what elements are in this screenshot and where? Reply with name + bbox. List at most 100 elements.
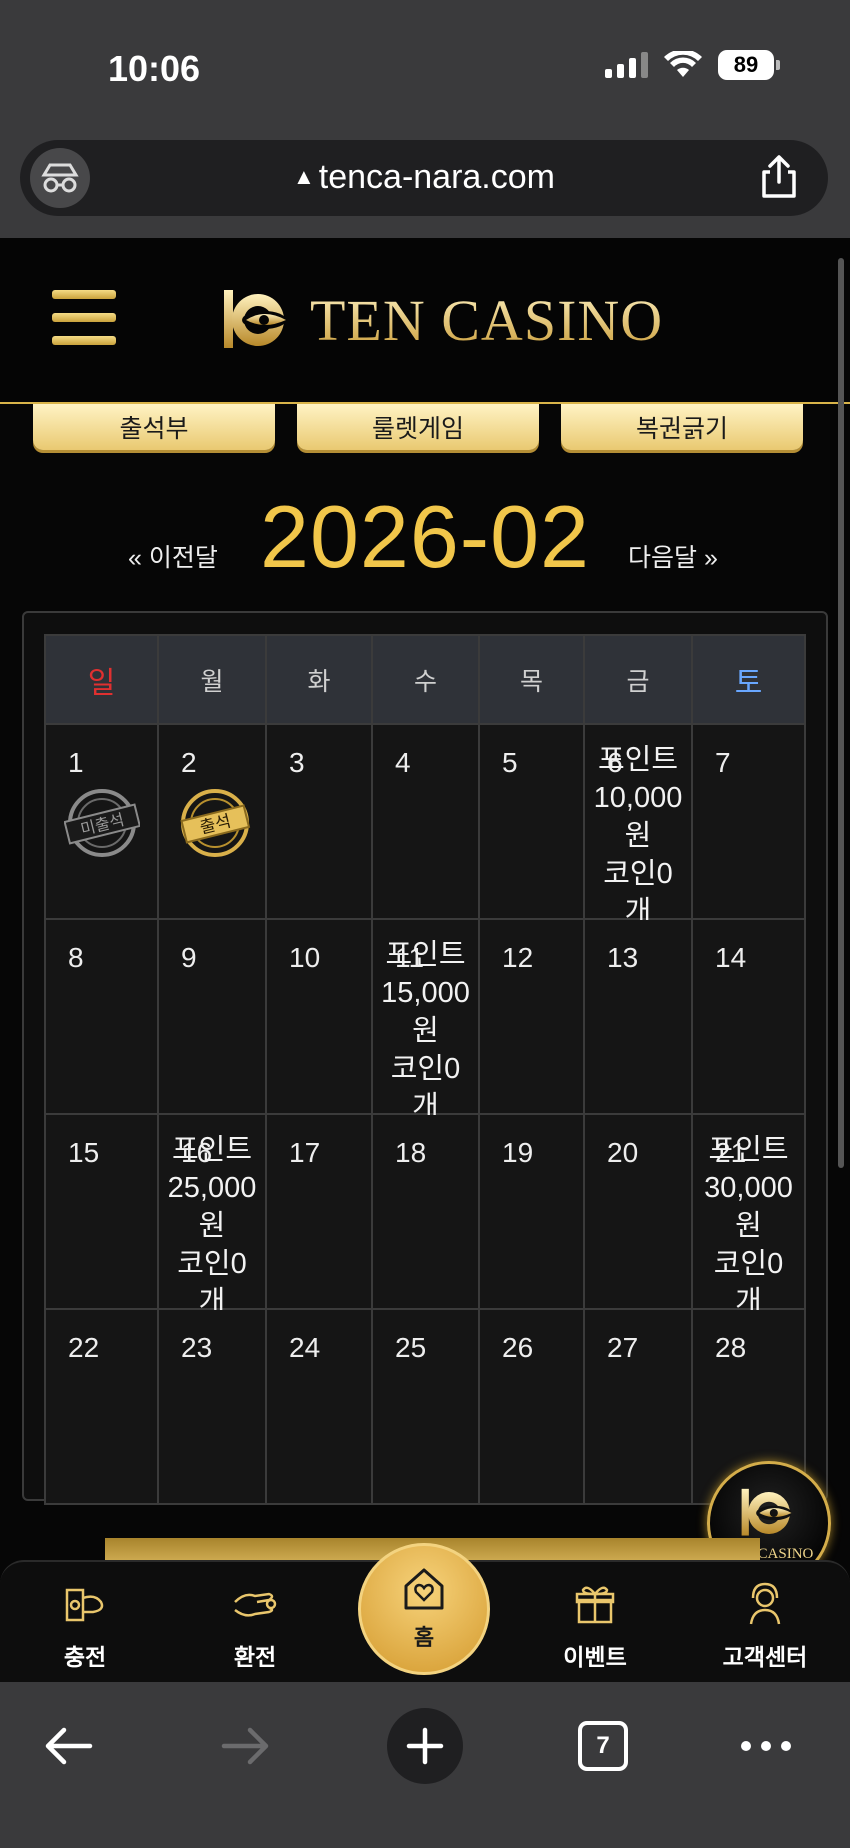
tabs-button[interactable]: 7 [563,1706,643,1786]
absent-stamp-icon: 미출석 [63,785,142,861]
reward-line: 코인0 [390,1053,461,1085]
weekday-header-row: 일 월 화 수 목 금 토 [44,634,806,725]
day-number: 23 [181,1332,213,1363]
day-number: 2 [181,747,197,778]
day-number: 4 [395,747,411,778]
day-reward: 포인트 25,000 원 코인0 개 [159,1131,265,1321]
screen: 10:06 89 ▲ tenca-nara.com TEN CASINO 출석부… [0,0,850,1848]
day-number: 27 [607,1332,639,1363]
calendar-day-cell[interactable]: 4 [371,723,480,920]
calendar-day-cell[interactable]: 11 포인트 15,000 원 코인0 개 [371,918,480,1123]
day-number: 1 [68,747,84,778]
calendar-day-cell[interactable]: 3 [265,723,373,920]
day-number: 28 [715,1332,747,1363]
calendar-day-cell[interactable]: 6 포인트 10,000 원 코인0 개 [583,723,693,928]
status-bar: 10:06 89 [0,0,850,130]
calendar-day-cell[interactable]: 24 [265,1308,373,1505]
status-icons: 89 [605,50,780,80]
day-number: 20 [607,1137,639,1168]
site-logo[interactable]: TEN CASINO [220,280,663,360]
calendar-day-cell[interactable]: 2 출석 [157,723,267,920]
calendar-day-cell[interactable]: 26 [478,1308,585,1505]
day-number: 19 [502,1137,534,1168]
calendar-day-cell[interactable]: 13 [583,918,693,1115]
menu-icon[interactable] [52,290,116,346]
day-reward: 포인트 15,000 원 코인0 개 [373,936,478,1126]
calendar-week-row: 1 미출석 2 출석 3 4 5 6 포인트 10,000 원 코인0 개 7 [44,723,806,928]
calendar-day-cell[interactable]: 15 [44,1113,159,1310]
nav-charge[interactable]: 충전 [10,1562,160,1684]
calendar-day-cell[interactable]: 20 [583,1113,693,1310]
calendar-day-cell[interactable]: 21 포인트 30,000 원 코인0 개 [691,1113,806,1318]
share-icon[interactable] [756,154,802,200]
nav-support-label: 고객센터 [722,1644,808,1670]
calendar-day-cell[interactable]: 8 [44,918,159,1115]
weekday-fri: 금 [583,634,693,725]
nav-exchange[interactable]: 환전 [180,1562,330,1684]
tab-count-icon: 7 [578,1721,628,1771]
calendar-day-cell[interactable]: 17 [265,1113,373,1310]
nav-home[interactable]: 홈 [358,1543,490,1675]
calendar-day-cell[interactable]: 7 [691,723,806,920]
tab-roulette[interactable]: 룰렛게임 [297,404,539,450]
browser-toolbar: 7 [0,1682,850,1848]
reward-line: 10,000 [593,782,683,814]
calendar-day-cell[interactable]: 14 [691,918,806,1115]
wifi-icon [664,51,702,77]
day-number: 3 [289,747,305,778]
reward-line: 15,000 [381,977,470,1009]
weekday-sun: 일 [44,634,159,725]
site-header: TEN CASINO [0,238,850,404]
weekday-thu: 목 [478,634,585,725]
browser-address-area: ▲ tenca-nara.com [0,130,850,238]
day-number: 17 [289,1137,321,1168]
warning-icon: ▲ [292,164,315,189]
calendar-day-cell[interactable]: 18 [371,1113,480,1310]
home-icon [404,1568,444,1610]
page-scrollbar[interactable] [838,258,844,1168]
calendar-day-cell[interactable]: 12 [478,918,585,1115]
calendar-day-cell[interactable]: 10 [265,918,373,1115]
reward-line: 원 [735,1210,762,1242]
calendar-day-cell[interactable]: 27 [583,1308,693,1505]
weekday-tue: 화 [265,634,373,725]
calendar-day-cell[interactable]: 19 [478,1113,585,1310]
next-month-link[interactable]: 다음달 » [628,538,718,574]
exchange-icon [234,1592,277,1617]
nav-charge-label: 충전 [63,1644,107,1670]
calendar-day-cell[interactable]: 1 미출석 [44,723,159,920]
url-display[interactable]: ▲ tenca-nara.com [20,158,828,197]
gift-icon [575,1586,615,1624]
nav-support[interactable]: 고객센터 [690,1562,840,1684]
calendar-week-row: 15 16 포인트 25,000 원 코인0 개 17 18 19 20 21 포인트 30,000 원 코인… [44,1113,806,1318]
more-dots-icon [741,1741,791,1751]
calendar-day-cell[interactable]: 23 [157,1308,267,1505]
day-number: 26 [502,1332,534,1363]
calendar-day-cell[interactable]: 5 [478,723,585,920]
reward-line: 포인트 [171,1134,253,1166]
calendar-day-cell[interactable]: 22 [44,1308,159,1505]
address-bar[interactable]: ▲ tenca-nara.com [20,140,828,216]
tab-lottery[interactable]: 복권긁기 [561,404,803,450]
back-button[interactable] [28,1706,108,1786]
calendar-day-cell[interactable]: 25 [371,1308,480,1505]
forward-button[interactable] [206,1706,286,1786]
reward-line: 원 [412,1015,439,1047]
calendar-day-cell[interactable]: 9 [157,918,267,1115]
url-text: tenca-nara.com [318,158,555,196]
day-reward: 포인트 10,000 원 코인0 개 [585,741,691,931]
calendar-day-cell[interactable]: 16 포인트 25,000 원 코인0 개 [157,1113,267,1318]
status-time: 10:06 [108,48,201,89]
tab-attendance[interactable]: 출석부 [33,404,275,450]
feature-tabs: 출석부 룰렛게임 복권긁기 [33,404,803,450]
day-number: 22 [68,1332,100,1363]
nav-event[interactable]: 이벤트 [520,1562,670,1684]
weekday-mon: 월 [157,634,267,725]
new-tab-button[interactable] [385,1706,465,1786]
attended-stamp-icon: 출석 [177,785,253,861]
day-number: 24 [289,1332,321,1363]
month-title: 2026-02 [260,487,590,586]
reward-line: 코인0 [713,1248,784,1280]
logo-text: TEN CASINO [310,287,664,353]
more-button[interactable] [726,1706,806,1786]
